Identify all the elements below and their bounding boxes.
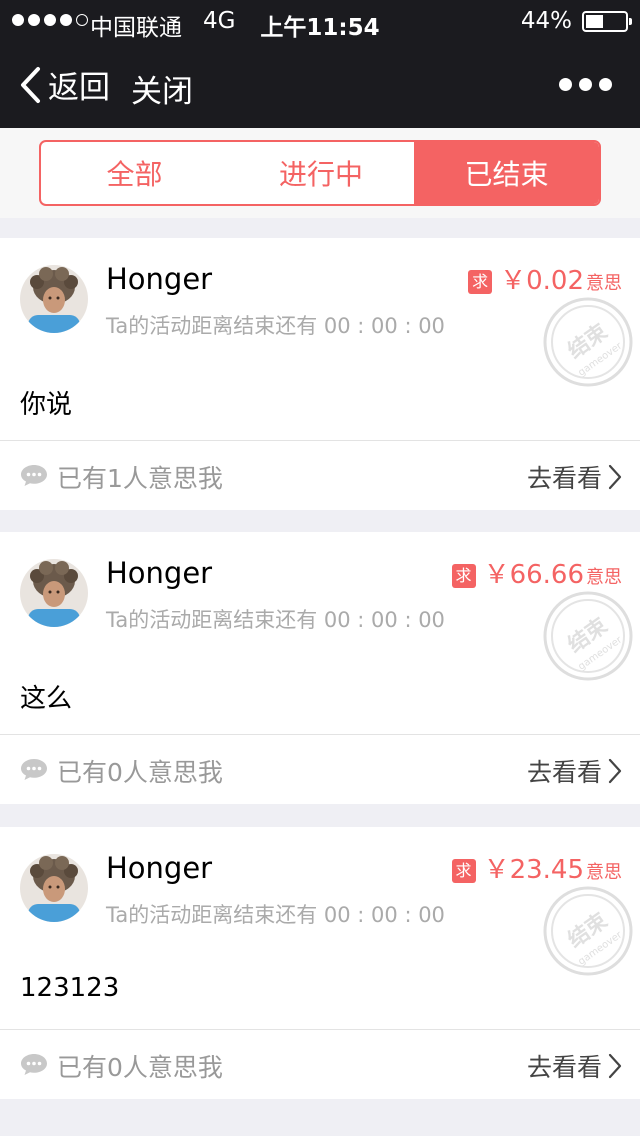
battery-icon <box>582 11 632 32</box>
avatar[interactable] <box>20 265 88 333</box>
card-footer: 已有1人意思我 去看看 <box>0 441 640 510</box>
countdown-text: Ta的活动距离结束还有 00 : 00 : 00 <box>106 903 445 927</box>
view-button[interactable]: 去看看 <box>527 1048 622 1084</box>
interest-count: 已有1人意思我 <box>57 464 223 493</box>
post-content: 123123 <box>20 973 120 1003</box>
view-label: 去看看 <box>526 758 602 787</box>
more-dot <box>599 78 612 91</box>
battery-fill <box>586 15 603 28</box>
ended-stamp-icon: 结束 gameover <box>543 591 633 681</box>
reward-amount: 求 ￥66.66 意思 <box>451 554 622 591</box>
post-content: 这么 <box>20 684 73 714</box>
avatar-image <box>20 559 88 627</box>
card-footer: 已有0人意思我 去看看 <box>0 735 640 804</box>
tab-bar: 全部 进行中 已结束 <box>0 128 640 218</box>
comment-icon <box>21 759 47 780</box>
battery-tip <box>629 18 632 25</box>
amount-unit: 意思 <box>586 273 622 294</box>
amount-value: ￥66.66 <box>483 560 584 590</box>
comment-icon <box>21 1054 47 1075</box>
request-badge: 求 <box>451 564 476 588</box>
close-button[interactable]: 关闭 <box>131 66 193 111</box>
tab-all[interactable]: 全部 <box>41 142 228 204</box>
avatar[interactable] <box>20 559 88 627</box>
avatar-image <box>20 265 88 333</box>
chevron-left-icon <box>21 66 40 103</box>
amount-value: ￥23.45 <box>483 855 584 885</box>
battery-percent: 44% <box>520 8 572 34</box>
request-badge: 求 <box>451 859 476 883</box>
activity-card[interactable]: Honger Ta的活动距离结束还有 00 : 00 : 00 求 ￥23.45… <box>0 827 640 1099</box>
more-dot <box>559 78 572 91</box>
amount-unit: 意思 <box>586 862 622 883</box>
view-label: 去看看 <box>526 464 602 493</box>
chevron-right-icon <box>608 758 622 784</box>
countdown-text: Ta的活动距离结束还有 00 : 00 : 00 <box>106 314 445 338</box>
user-name: Honger <box>106 262 213 296</box>
more-dots-icon[interactable] <box>559 78 612 91</box>
card-footer: 已有0人意思我 去看看 <box>0 1030 640 1099</box>
ended-stamp-icon: 结束 gameover <box>543 886 633 976</box>
segmented-control: 全部 进行中 已结束 <box>39 140 601 206</box>
view-button[interactable]: 去看看 <box>527 753 622 789</box>
chevron-right-icon <box>608 1053 622 1079</box>
activity-card[interactable]: Honger Ta的活动距离结束还有 00 : 00 : 00 求 ￥66.66… <box>0 532 640 804</box>
activity-card[interactable]: Honger Ta的活动距离结束还有 00 : 00 : 00 求 ￥0.02 … <box>0 238 640 510</box>
post-content: 你说 <box>20 390 73 420</box>
user-name: Honger <box>106 851 213 885</box>
amount-value: ￥0.02 <box>500 266 584 296</box>
tab-ended[interactable]: 已结束 <box>414 142 599 204</box>
comment-icon <box>21 465 47 486</box>
reward-amount: 求 ￥0.02 意思 <box>468 260 622 297</box>
amount-unit: 意思 <box>586 567 622 588</box>
interest-count: 已有0人意思我 <box>57 1053 223 1082</box>
ended-stamp-icon: 结束 gameover <box>543 297 633 387</box>
countdown-text: Ta的活动距离结束还有 00 : 00 : 00 <box>106 608 445 632</box>
view-button[interactable]: 去看看 <box>527 459 622 495</box>
nav-bar: 返回 关闭 <box>0 42 640 128</box>
request-badge: 求 <box>468 270 493 294</box>
status-bar: 中国联通 4G 上午11:54 44% <box>0 0 640 42</box>
reward-amount: 求 ￥23.45 意思 <box>451 849 622 886</box>
back-button[interactable]: 返回 <box>18 62 110 107</box>
avatar-image <box>20 854 88 922</box>
back-label: 返回 <box>48 70 110 106</box>
avatar[interactable] <box>20 854 88 922</box>
interest-count: 已有0人意思我 <box>57 758 223 787</box>
view-label: 去看看 <box>526 1053 602 1082</box>
chevron-right-icon <box>608 464 622 490</box>
user-name: Honger <box>106 556 213 590</box>
more-dot <box>579 78 592 91</box>
tab-in-progress[interactable]: 进行中 <box>228 142 414 204</box>
